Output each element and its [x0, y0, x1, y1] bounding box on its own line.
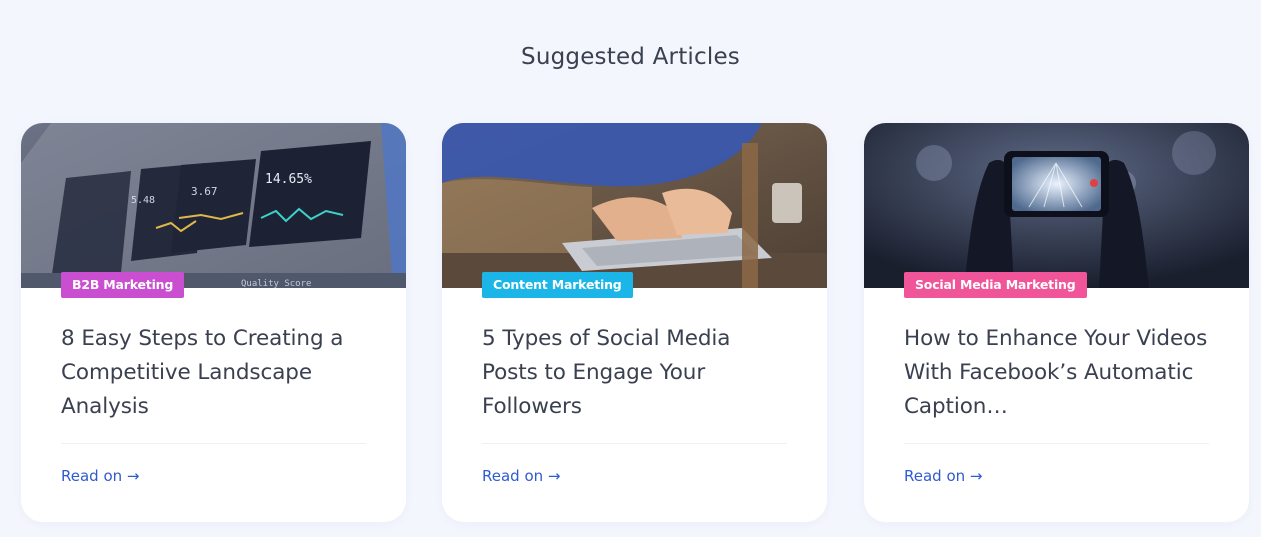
category-tag[interactable]: Content Marketing [482, 272, 633, 298]
category-tag[interactable]: B2B Marketing [61, 272, 185, 298]
laptop-typing-image [442, 123, 827, 288]
read-on-link[interactable]: Read on → [61, 467, 139, 485]
article-card-social-media-posts[interactable]: Content Marketing 5 Types of Social Medi… [442, 123, 827, 522]
article-thumbnail-concert[interactable] [864, 123, 1249, 288]
section-title: Suggested Articles [521, 44, 740, 70]
category-tag[interactable]: Social Media Marketing [904, 272, 1087, 298]
divider [482, 443, 787, 444]
divider [904, 443, 1209, 444]
chart-value-text: 3.67 [191, 185, 218, 198]
chart-value-text: 5.48 [131, 195, 155, 206]
read-on-link[interactable]: Read on → [482, 467, 560, 485]
phone-recording-image [864, 123, 1249, 288]
read-on-link[interactable]: Read on → [904, 467, 982, 485]
divider [61, 443, 366, 444]
dashboard-image: 14.65% 3.67 5.48 Quality Score [21, 123, 406, 288]
chart-value-text: 14.65% [265, 172, 312, 187]
article-thumbnail-laptop[interactable] [442, 123, 827, 288]
article-title[interactable]: 5 Types of Social Media Posts to Engage … [482, 322, 792, 424]
article-thumbnail-dashboard[interactable]: 14.65% 3.67 5.48 Quality Score [21, 123, 406, 288]
article-title[interactable]: How to Enhance Your Videos With Facebook… [904, 322, 1214, 424]
article-card-facebook-captions[interactable]: Social Media Marketing How to Enhance Yo… [864, 123, 1249, 522]
article-title[interactable]: 8 Easy Steps to Creating a Competitive L… [61, 322, 371, 424]
chart-label-text: Quality Score [241, 279, 311, 288]
article-card-competitive-analysis[interactable]: 14.65% 3.67 5.48 Quality Score B2B Marke… [21, 123, 406, 522]
